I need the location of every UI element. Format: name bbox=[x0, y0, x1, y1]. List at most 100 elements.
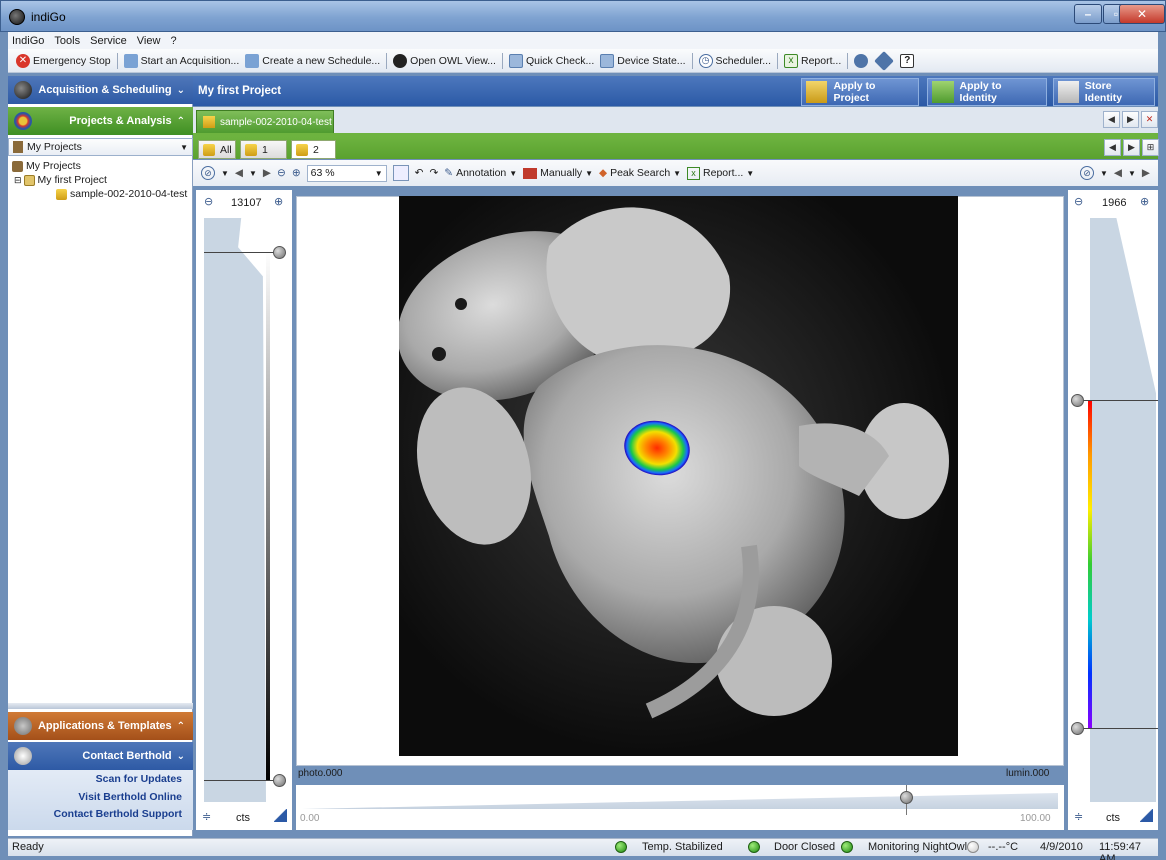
zoom-in-icon[interactable]: ⊕ bbox=[292, 167, 301, 179]
applications-templates-header[interactable]: Applications & Templates ⌃ bbox=[8, 712, 193, 740]
acquisition-scheduling-header[interactable]: Acquisition & Scheduling ⌄ bbox=[8, 76, 193, 104]
project-folder-icon bbox=[23, 174, 35, 186]
status-ready: Ready bbox=[12, 841, 44, 853]
view-next-button[interactable]: ▶ bbox=[1123, 139, 1140, 156]
lumin-channel-label: lumin.000 bbox=[1006, 768, 1050, 779]
minimize-button[interactable]: – bbox=[1074, 4, 1102, 24]
annotation-label: Annotation bbox=[456, 167, 507, 179]
photo-channel-label: photo.000 bbox=[298, 768, 343, 779]
tab-scroll-left-button[interactable]: ◀ bbox=[1103, 111, 1120, 128]
expand-collapse-icon[interactable]: ⊟ bbox=[14, 175, 22, 186]
lumin-lower-handle[interactable] bbox=[1071, 722, 1084, 735]
menu-view[interactable]: View bbox=[137, 35, 161, 47]
menu-tools[interactable]: Tools bbox=[54, 35, 80, 47]
previous-image-button[interactable]: ◀ bbox=[235, 167, 243, 179]
close-tab-button[interactable]: ✕ bbox=[1141, 111, 1158, 128]
dropdown-arrow-icon[interactable]: ▼ bbox=[249, 169, 257, 178]
scheduler-button[interactable]: ◷ Scheduler... bbox=[698, 53, 771, 68]
zoom-in-icon[interactable]: ⊕ bbox=[274, 195, 283, 208]
project-selector[interactable]: My Projects ▼ bbox=[8, 138, 193, 156]
peak-search-label: Peak Search bbox=[610, 167, 671, 179]
zoom-out-icon[interactable]: ⊖ bbox=[204, 195, 213, 208]
overlay-slider-handle[interactable] bbox=[900, 791, 913, 804]
zoom-out-icon[interactable]: ⊖ bbox=[277, 167, 286, 179]
chevron-down-icon: ⌄ bbox=[176, 750, 185, 762]
apply-to-identity-button[interactable]: Apply to Identity bbox=[927, 78, 1047, 106]
acquisition-ball-icon bbox=[14, 81, 32, 99]
emergency-stop-button[interactable]: ✕ Emergency Stop bbox=[16, 53, 111, 68]
overlay-slider-panel: 0.00 100.00 bbox=[296, 785, 1064, 830]
tab-all[interactable]: All bbox=[198, 140, 236, 159]
undo-icon[interactable]: ↶ bbox=[415, 167, 424, 179]
menu-service[interactable]: Service bbox=[90, 35, 127, 47]
redo-icon[interactable]: ↷ bbox=[429, 167, 438, 179]
store-identity-button[interactable]: Store Identity bbox=[1053, 78, 1155, 106]
create-schedule-button[interactable]: Create a new Schedule... bbox=[245, 53, 380, 68]
quick-check-button[interactable]: Quick Check... bbox=[508, 53, 594, 68]
zoom-in-icon[interactable]: ⊕ bbox=[1140, 195, 1149, 208]
next-image-button[interactable]: ▶ bbox=[263, 167, 271, 179]
apply-to-project-button[interactable]: Apply to Project bbox=[801, 78, 919, 106]
device-state-button[interactable]: Device State... bbox=[600, 53, 686, 68]
zoom-level-value: 63 % bbox=[310, 167, 335, 179]
tab-scroll-right-button[interactable]: ▶ bbox=[1122, 111, 1139, 128]
report-label: Report... bbox=[800, 54, 842, 67]
contact-berthold-label: Contact Berthold bbox=[82, 750, 172, 762]
overlay-min-label: 0.00 bbox=[300, 813, 320, 824]
settings-tool-button[interactable] bbox=[854, 53, 871, 68]
contact-support-link[interactable]: Contact Berthold Support bbox=[54, 808, 182, 820]
dropdown-arrow-icon[interactable]: ▼ bbox=[221, 169, 229, 178]
annotation-button[interactable]: ✎ Annotation ▼ bbox=[444, 167, 517, 179]
projects-analysis-header[interactable]: Projects & Analysis ⌃ bbox=[8, 107, 193, 135]
lumin-lower-limit-line bbox=[1080, 728, 1158, 729]
temperature-led bbox=[967, 841, 979, 853]
menu-help[interactable]: ? bbox=[170, 35, 176, 47]
image-report-button[interactable]: x Report... ▼ bbox=[687, 166, 754, 180]
menu-indigo[interactable]: IndiGo bbox=[12, 35, 44, 47]
report-button[interactable]: x Report... bbox=[783, 53, 842, 68]
peak-search-button[interactable]: ◆ Peak Search ▼ bbox=[599, 167, 681, 179]
zoom-level-select[interactable]: 63 % ▼ bbox=[306, 164, 387, 182]
right-prev-button[interactable]: ◀ bbox=[1114, 167, 1122, 179]
scale-icon[interactable]: ≑ bbox=[202, 810, 211, 823]
visit-berthold-link[interactable]: Visit Berthold Online bbox=[78, 791, 182, 803]
right-next-button[interactable]: ▶ bbox=[1142, 167, 1150, 179]
view-prev-button[interactable]: ◀ bbox=[1104, 139, 1121, 156]
tree-item-my-projects[interactable]: My Projects bbox=[12, 160, 81, 172]
tab-1[interactable]: 1 bbox=[240, 140, 287, 159]
histogram-mode-icon[interactable] bbox=[1140, 809, 1153, 822]
manually-button[interactable]: Manually ▼ bbox=[523, 167, 593, 179]
lumin-max-value: 1966 bbox=[1102, 197, 1127, 209]
tag-tool-button[interactable] bbox=[874, 50, 895, 71]
start-acquisition-button[interactable]: Start an Acquisition... bbox=[123, 53, 239, 68]
tree-item-sample[interactable]: sample-002-2010-04-test bbox=[56, 188, 187, 200]
help-tool-button[interactable]: ? bbox=[900, 53, 917, 68]
photo-unit-label: cts bbox=[236, 812, 251, 824]
fit-to-window-icon[interactable] bbox=[392, 165, 409, 181]
navigate-icon[interactable]: ⊘ bbox=[201, 166, 215, 180]
lumin-upper-handle[interactable] bbox=[1071, 394, 1084, 407]
dropdown-arrow-icon[interactable]: ▼ bbox=[1128, 169, 1136, 178]
grid-layout-button[interactable]: ⊞ bbox=[1142, 139, 1159, 156]
histogram-mode-icon[interactable] bbox=[274, 809, 287, 822]
scale-icon[interactable]: ≑ bbox=[1074, 810, 1083, 823]
overlay-image[interactable] bbox=[399, 196, 958, 756]
close-window-button[interactable]: ✕ bbox=[1119, 4, 1165, 24]
file-tab-label: sample-002-2010-04-test bbox=[220, 116, 332, 128]
tree-item-first-project[interactable]: ⊟ My first Project bbox=[14, 174, 107, 186]
store-identity-icon bbox=[1058, 81, 1079, 103]
scan-updates-link[interactable]: Scan for Updates bbox=[96, 773, 182, 785]
sample-icon bbox=[203, 116, 215, 128]
overlay-ramp bbox=[302, 793, 1058, 809]
navigate-icon[interactable]: ⊘ bbox=[1080, 166, 1094, 180]
open-owl-view-button[interactable]: Open OWL View... bbox=[393, 53, 496, 68]
door-status-label: Door Closed bbox=[774, 841, 836, 853]
photo-lower-handle[interactable] bbox=[273, 774, 286, 787]
dropdown-arrow-icon[interactable]: ▼ bbox=[1100, 169, 1108, 178]
panel-splitter[interactable] bbox=[8, 703, 193, 709]
photo-upper-handle[interactable] bbox=[273, 246, 286, 259]
zoom-out-icon[interactable]: ⊖ bbox=[1074, 195, 1083, 208]
file-tab-sample[interactable]: sample-002-2010-04-test bbox=[196, 110, 334, 133]
tab-2[interactable]: 2 bbox=[291, 140, 336, 159]
contact-berthold-header[interactable]: Contact Berthold ⌄ bbox=[8, 742, 193, 770]
